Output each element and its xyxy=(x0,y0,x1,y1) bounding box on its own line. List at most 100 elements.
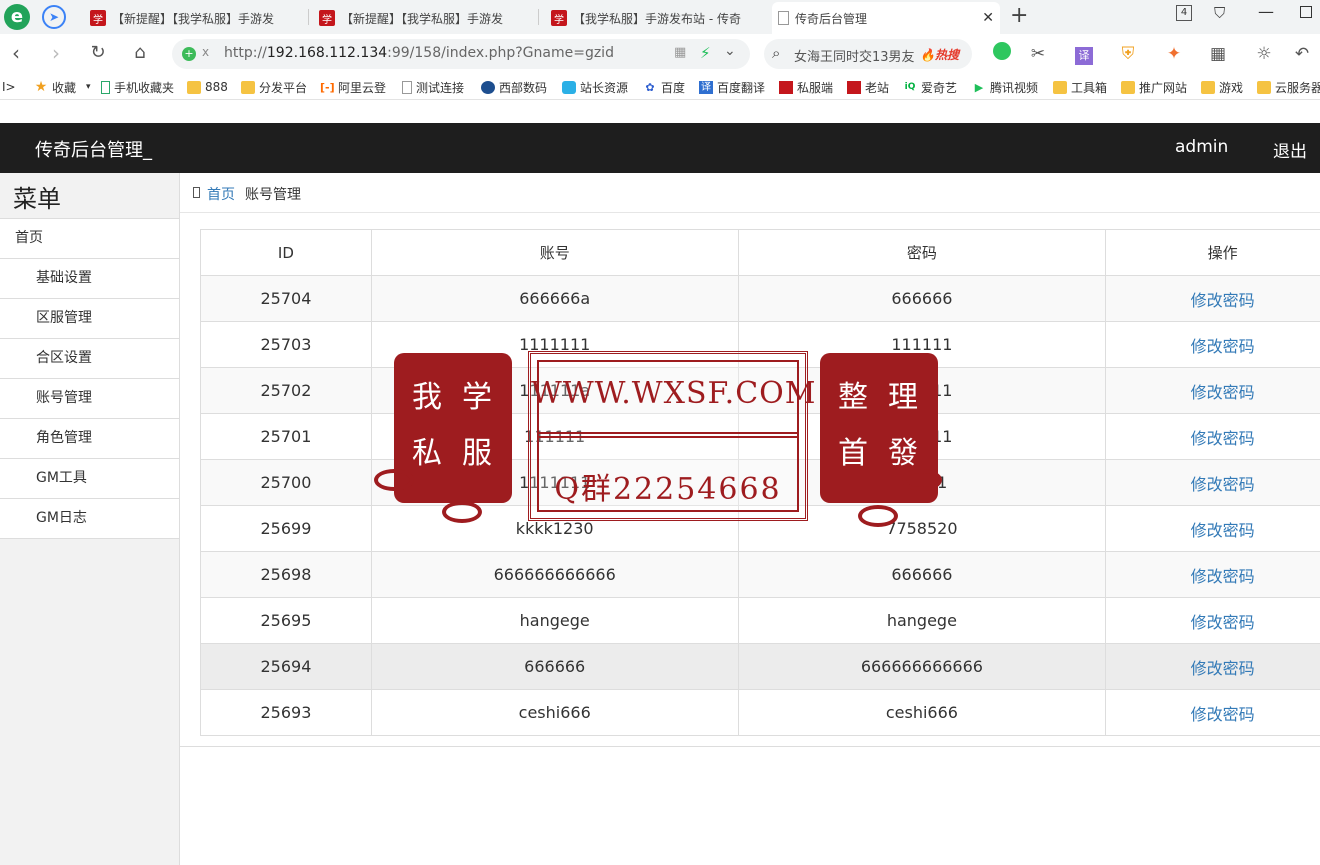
bookmark-item[interactable]: [-] 阿里云登 xyxy=(320,78,386,96)
minimize-icon[interactable]: — xyxy=(1258,2,1274,21)
chevron-down-icon[interactable]: ⌄ xyxy=(724,43,736,59)
sidebar-item[interactable]: 基础设置 xyxy=(0,258,179,298)
sidebar-item[interactable]: GM日志 xyxy=(0,498,179,538)
bookmark-item[interactable]: 游戏 xyxy=(1201,78,1243,96)
change-password-link[interactable]: 修改密码 xyxy=(1105,275,1320,322)
change-password-link[interactable]: 修改密码 xyxy=(1105,367,1320,414)
qr-code-icon[interactable]: ▦ xyxy=(674,45,686,60)
sidebar-item[interactable]: 账号管理 xyxy=(0,378,179,418)
cloud-scroll-ornament xyxy=(374,469,414,491)
breadcrumb-home-link[interactable]: 首页 xyxy=(207,184,235,204)
bookmark-item[interactable]: 站长资源 xyxy=(562,78,628,96)
tab-3[interactable]: 学 【我学私服】手游发布站 - 传奇 xyxy=(545,2,767,34)
cell-password: hangege xyxy=(737,597,1107,644)
game-icon[interactable]: ✦ xyxy=(1162,42,1186,66)
scissors-icon[interactable]: ✂ xyxy=(1026,42,1050,66)
url-text[interactable]: http://192.168.112.134:99/158/index.php?… xyxy=(224,45,614,61)
browser-tab-bar: e ➤ 学 【新提醒】【我学私服】手游发 学 【新提醒】【我学私服】手游发 学 … xyxy=(0,0,1320,34)
home-icon[interactable]: ⌂ xyxy=(128,42,152,66)
sidebar-item[interactable]: 角色管理 xyxy=(0,418,179,458)
change-password-link[interactable]: 修改密码 xyxy=(1105,597,1320,644)
frame-divider xyxy=(537,432,799,438)
close-tab-icon[interactable]: ✕ xyxy=(982,10,994,26)
site-title[interactable]: 传奇后台管理_ xyxy=(35,136,152,162)
bookmark-item[interactable]: 手机收藏夹 xyxy=(101,78,174,96)
shirt-icon[interactable]: ⛉ xyxy=(1214,4,1225,22)
bookmark-item[interactable]: 云服务器 xyxy=(1257,78,1320,96)
change-password-link[interactable]: 修改密码 xyxy=(1105,413,1320,460)
reload-icon[interactable]: ↻ xyxy=(86,42,110,66)
cloud-scroll-ornament xyxy=(442,501,482,523)
table-row: 25695 hangege hangege 修改密码 xyxy=(200,597,1320,644)
cell-password: 666666 xyxy=(737,551,1107,598)
sidebar-item[interactable]: 区服管理 xyxy=(0,298,179,338)
maximize-icon[interactable] xyxy=(1300,6,1312,18)
cell-id: 25703 xyxy=(200,321,372,368)
bookmark-item[interactable]: ▶ 腾讯视频 xyxy=(972,78,1038,96)
watermark: 我 学 私 服 WWW.WXSF.COM Q群22254668 整 理 首 發 xyxy=(368,345,948,530)
change-password-link[interactable]: 修改密码 xyxy=(1105,505,1320,552)
bookmark-label: 888 xyxy=(205,80,228,94)
sidebar-item[interactable]: 首页 xyxy=(0,218,179,258)
undo-icon[interactable]: ↶ xyxy=(1290,42,1314,66)
change-password-link[interactable]: 修改密码 xyxy=(1105,459,1320,506)
bookmark-item[interactable]: ✿ 百度 xyxy=(643,78,685,96)
sidebar-item[interactable]: GM工具 xyxy=(0,458,179,498)
tab-count-button[interactable]: 4 xyxy=(1176,5,1192,21)
tab-label: 【新提醒】【我学私服】手游发 xyxy=(341,11,504,26)
bookmark-item[interactable]: iQ 爱奇艺 xyxy=(903,78,957,96)
lightning-icon[interactable]: ⚡ xyxy=(700,44,711,62)
bookmark-label: 测试连接 xyxy=(416,80,465,95)
cell-id: 25698 xyxy=(200,551,372,598)
column-header-account: 账号 xyxy=(370,229,739,276)
search-suggestion[interactable]: 女海王同时交13男友 xyxy=(794,46,914,65)
new-tab-button[interactable]: + xyxy=(1010,3,1028,28)
table-row: 25694 666666 666666666666 修改密码 xyxy=(200,643,1320,690)
apps-grid-icon[interactable]: ▦ xyxy=(1206,42,1230,66)
cell-id: 25693 xyxy=(200,689,372,736)
change-password-link[interactable]: 修改密码 xyxy=(1105,551,1320,598)
tab-active[interactable]: 传奇后台管理 ✕ xyxy=(772,2,1000,34)
table-row: 25704 666666a 666666 修改密码 xyxy=(200,275,1320,322)
site-favicon: 学 xyxy=(551,10,567,26)
forward-icon[interactable]: › xyxy=(44,42,68,66)
tab-1[interactable]: 学 【新提醒】【我学私服】手游发 xyxy=(84,2,306,34)
bookmark-item[interactable]: 888 xyxy=(187,78,228,96)
table-header-row: ID 账号 密码 操作 xyxy=(200,229,1320,276)
bookmark-item[interactable]: 测试连接 xyxy=(402,78,464,96)
bookmarks-toggle-icon[interactable]: I> xyxy=(2,78,16,96)
browser-toolbar: ‹ › ↻ ⌂ + x http://192.168.112.134:99/15… xyxy=(0,34,1320,74)
bookmark-label: 分发平台 xyxy=(259,80,308,95)
address-bar[interactable]: + x http://192.168.112.134:99/158/index.… xyxy=(172,39,750,69)
column-header-password: 密码 xyxy=(737,229,1107,276)
change-password-link[interactable]: 修改密码 xyxy=(1105,643,1320,690)
username-link[interactable]: admin xyxy=(1175,137,1228,157)
brightness-icon[interactable]: ☼ xyxy=(1252,42,1276,66)
bookmark-item[interactable]: 西部数码 xyxy=(481,78,547,96)
bookmark-item[interactable]: 私服端 xyxy=(779,78,833,96)
bookmark-item[interactable]: 分发平台 xyxy=(241,78,307,96)
search-box[interactable]: ⌕ 女海王同时交13男友 🔥热搜 xyxy=(764,39,972,69)
tab-2[interactable]: 学 【新提醒】【我学私服】手游发 xyxy=(313,2,535,34)
bookmark-item[interactable]: 推广网站 xyxy=(1121,78,1187,96)
bookmarks-bar: I> ★ 收藏 ▾ 手机收藏夹 888 分发平台 [-] 阿里云登 测试连接 西部数码… xyxy=(0,74,1320,100)
translate-icon[interactable]: 译 xyxy=(1072,42,1096,66)
navigation-arrow-icon[interactable]: ➤ xyxy=(42,5,66,29)
bookmark-item[interactable]: 老站 xyxy=(847,78,889,96)
cell-id: 25700 xyxy=(200,459,372,506)
bookmark-item[interactable]: ★ 收藏 ▾ xyxy=(34,78,91,96)
sidebar-item[interactable]: 合区设置 xyxy=(0,338,179,378)
bookmark-item[interactable]: 工具箱 xyxy=(1053,78,1107,96)
bookmark-item[interactable]: 译百度翻译 xyxy=(699,78,765,96)
logout-link[interactable]: 退出 xyxy=(1273,137,1307,162)
shield-icon[interactable]: ⛨ xyxy=(1116,42,1140,66)
tab-label: 【新提醒】【我学私服】手游发 xyxy=(112,11,275,26)
change-password-link[interactable]: 修改密码 xyxy=(1105,689,1320,736)
back-icon[interactable]: ‹ xyxy=(4,42,28,66)
bookmark-label: 私服端 xyxy=(797,80,834,95)
cell-account: 666666a xyxy=(370,275,739,322)
change-password-link[interactable]: 修改密码 xyxy=(1105,321,1320,368)
browser-logo-icon[interactable]: e xyxy=(4,4,30,30)
wechat-icon[interactable] xyxy=(990,42,1014,66)
hot-search-badge[interactable]: 🔥热搜 xyxy=(920,46,959,63)
